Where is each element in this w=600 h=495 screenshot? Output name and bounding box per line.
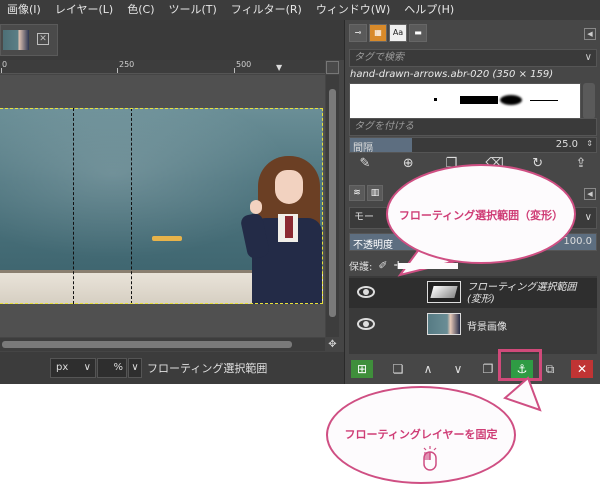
callout-bottom-text: フローティングレイヤーを固定	[344, 428, 498, 441]
callout-top-tail-mask	[398, 263, 458, 269]
bottom-callout-tail	[503, 376, 542, 412]
mouse-click-icon	[423, 446, 437, 471]
callout-top-text: フローティング選択範囲（変形）	[398, 209, 564, 222]
